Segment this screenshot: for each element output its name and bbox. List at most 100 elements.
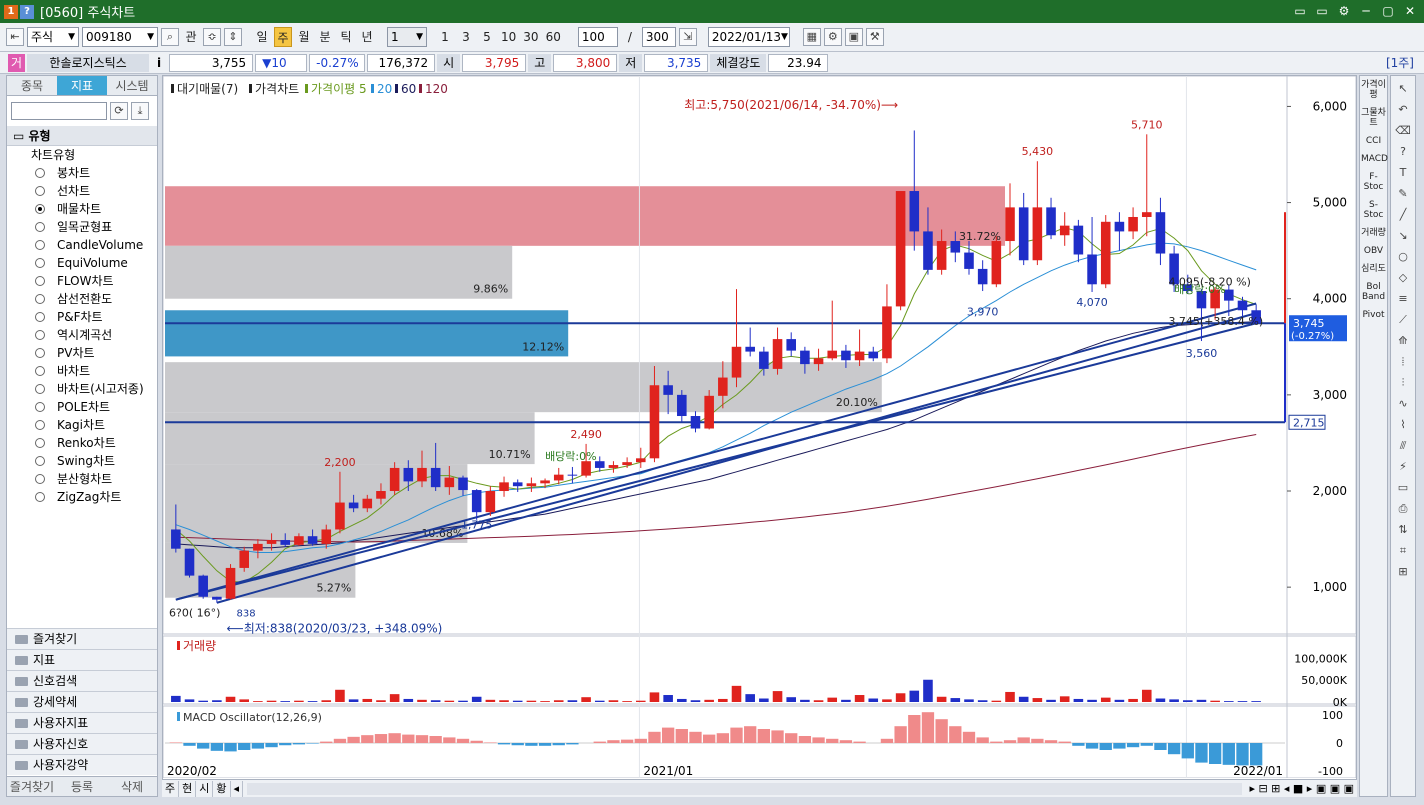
candle-up[interactable] [417,467,427,482]
category-chart-type[interactable]: 차트유형 [13,146,157,164]
fibo-tool-icon[interactable]: ⦙ [1394,354,1412,370]
register-button[interactable]: 등록 [57,777,107,796]
period-week[interactable]: 주 [274,27,292,47]
radio-icon[interactable] [35,492,45,502]
candle-up[interactable] [608,465,619,468]
radio-icon[interactable] [35,204,45,214]
section-type[interactable]: ▭ 유형 [7,126,157,146]
candle-down[interactable] [280,540,291,545]
chart-type-option[interactable]: FLOW차트 [13,272,157,290]
candle-down[interactable] [307,536,318,544]
gann-tool-icon[interactable]: ⟰ [1394,333,1412,349]
candle-up[interactable] [362,498,373,509]
chart-type-option[interactable]: Renko차트 [13,434,157,452]
candle-down[interactable] [512,482,523,487]
stepper-icon[interactable]: ⇕ [224,28,242,46]
candle-down[interactable] [1114,221,1125,232]
candle-up[interactable] [895,191,906,307]
info-icon[interactable]: i [151,54,167,72]
chart-type-option[interactable]: 선차트 [13,182,157,200]
candle-down[interactable] [759,351,769,369]
candle-down[interactable] [745,346,755,352]
candle-up[interactable] [485,491,496,513]
horizontal-scrollbar[interactable] [247,782,1243,795]
interval-60[interactable]: 60 [544,27,563,47]
candle-up[interactable] [335,502,345,530]
chart-type-option[interactable]: Kagi차트 [13,416,157,434]
candle-down[interactable] [1018,207,1029,261]
chart-type-option[interactable]: 분산형차트 [13,470,157,488]
tab-stocks[interactable]: 종목 [7,76,57,95]
cycle-tool-icon[interactable]: ⌇ [1394,417,1412,433]
period-year[interactable]: 년 [358,27,376,47]
arrow-line-icon[interactable]: ↘ [1394,228,1412,244]
line-tool-icon[interactable]: ╱ [1394,207,1412,223]
candle-up[interactable] [1100,221,1111,285]
pencil-icon[interactable]: ✎ [1394,186,1412,202]
circle-tool-icon[interactable]: ○ [1394,249,1412,265]
indicator-shortcut[interactable]: S-Stoc [1361,200,1386,220]
candle-up[interactable] [444,477,455,488]
candle-down[interactable] [841,350,851,361]
candle-up[interactable] [376,491,386,499]
question-icon[interactable]: ? [1394,144,1412,160]
folder-item[interactable]: 즐겨찾기 [7,628,157,649]
candle-up[interactable] [1032,207,1043,261]
candle-down[interactable] [458,477,468,491]
stock-code-input[interactable]: 009180 ▼ [82,27,158,47]
tab-system[interactable]: 시스템 [107,76,157,95]
indicator-shortcut[interactable]: Pivot [1361,310,1386,320]
folder-item[interactable]: 사용자강약 [7,754,157,775]
bottom-time[interactable]: 시 [196,780,214,797]
bottom-status[interactable]: 황 [213,780,231,797]
candle-down[interactable] [184,548,195,576]
folder-item[interactable]: 강세약세 [7,691,157,712]
candle-down[interactable] [663,385,673,395]
text-tool-icon[interactable]: T [1394,165,1412,181]
help-icon[interactable]: ? [20,4,34,19]
interval-10[interactable]: 10 [499,27,518,47]
candle-up[interactable] [636,458,646,463]
tools-icon[interactable]: ⚒ [865,28,884,46]
channel-tool-icon[interactable]: ≡ [1394,291,1412,307]
candle-up[interactable] [540,480,550,484]
candle-up[interactable] [649,385,660,459]
radio-icon[interactable] [35,222,45,232]
print-icon[interactable]: ⎙ [1394,501,1412,517]
candle-down[interactable] [1087,254,1097,285]
maximize-icon[interactable]: ▢ [1380,3,1396,19]
chart-type-option[interactable]: EquiVolume [13,254,157,272]
indicator-shortcut[interactable]: F-Stoc [1361,172,1386,192]
menu-icon[interactable]: 1 [4,4,18,19]
candle-up[interactable] [813,358,824,365]
folder-item[interactable]: 신호검색 [7,670,157,691]
undo-icon[interactable]: ↶ [1394,102,1412,118]
candle-down[interactable] [977,268,988,285]
chart-type-option[interactable]: 삼선전환도 [13,290,157,308]
candle-up[interactable] [827,350,838,359]
auto-trend-icon[interactable]: ⚡ [1394,459,1412,475]
pitchfork-icon[interactable]: ⫶ [1394,375,1412,391]
indicator-shortcut[interactable]: 심리도 [1361,264,1386,274]
watch-button[interactable]: 관 [182,27,200,47]
refresh-icon[interactable]: ⟳ [110,102,128,120]
count-stepper[interactable]: 100 [577,27,618,47]
shape-tool-icon[interactable]: ◇ [1394,270,1412,286]
fan-tool-icon[interactable]: ⟋ [1394,312,1412,328]
radio-icon[interactable] [35,186,45,196]
prev-stock-icon[interactable]: ⇤ [6,28,24,46]
candle-up[interactable] [239,550,249,568]
candle-down[interactable] [471,490,482,513]
candle-up[interactable] [294,536,304,545]
candle-up[interactable] [854,351,865,361]
candle-down[interactable] [198,575,208,597]
candle-down[interactable] [430,467,441,488]
tab-indicators[interactable]: 지표 [57,76,107,95]
candle-down[interactable] [950,241,961,253]
interval-5[interactable]: 5 [478,27,496,47]
radio-icon[interactable] [35,384,45,394]
candle-up[interactable] [321,529,332,544]
candle-up[interactable] [526,483,537,487]
radio-icon[interactable] [35,258,45,268]
radio-icon[interactable] [35,420,45,430]
